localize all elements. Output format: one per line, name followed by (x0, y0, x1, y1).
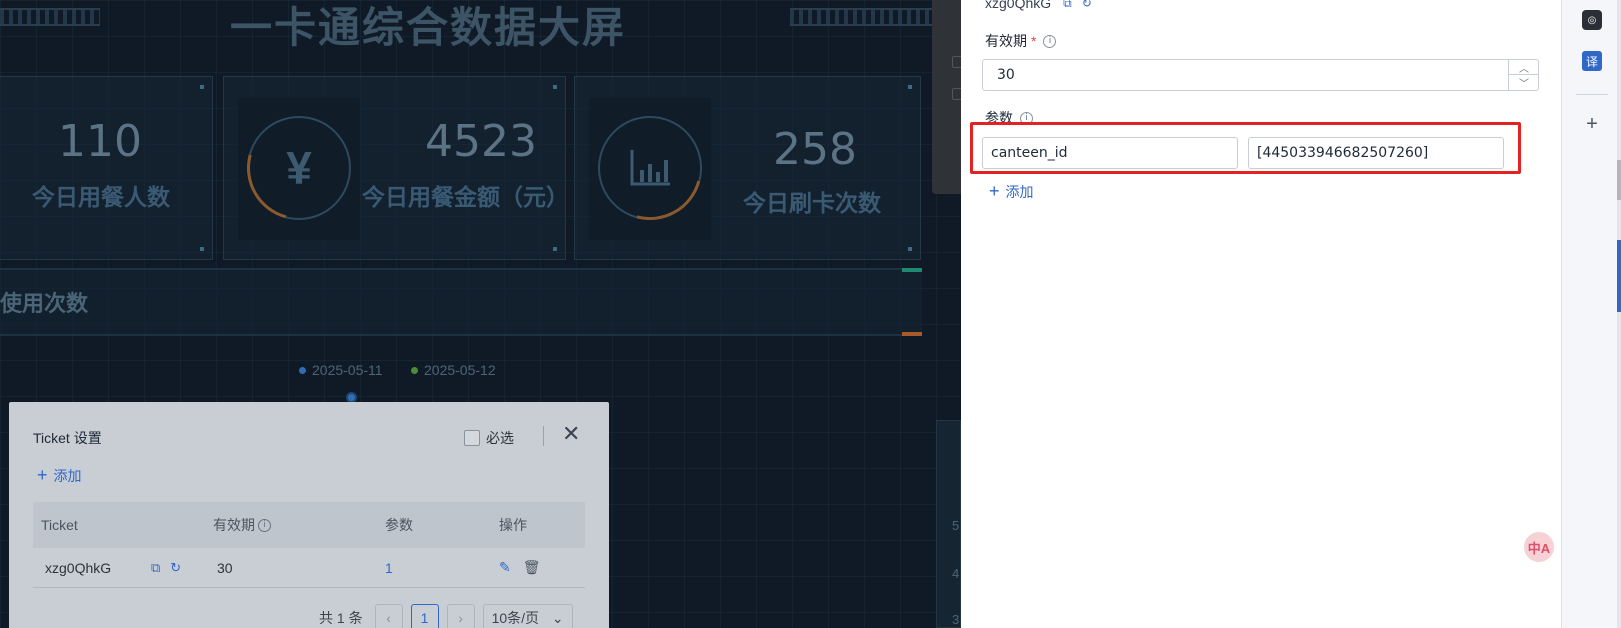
scrollbar-track[interactable] (1617, 0, 1621, 628)
validity-value: 30 (997, 67, 1015, 83)
chevron-up-icon[interactable]: ︿ (1509, 60, 1539, 75)
translate-icon: 译 (1585, 54, 1598, 69)
add-label: 添加 (1005, 183, 1034, 200)
translate-icon: 中A (1527, 540, 1551, 556)
ticket-value-row: xzg0QhkG ⧉ ↻ (985, 0, 1092, 11)
openai-icon[interactable]: ◎ (1582, 10, 1602, 30)
translate-floating-button[interactable]: 中A (1524, 532, 1554, 562)
validity-label: 有效期 (985, 33, 1027, 49)
plus-icon: + (989, 181, 1000, 201)
required-mark: * (1031, 33, 1037, 49)
validity-label-row: 有效期 * i (985, 31, 1057, 51)
scrollbar-thumb[interactable] (1617, 160, 1621, 200)
modal-overlay[interactable] (0, 0, 961, 628)
browser-sidebar: ◎ 译 + (1561, 0, 1621, 628)
chevron-down-icon[interactable]: ﹀ (1509, 75, 1539, 90)
scrollbar-indicator[interactable] (1617, 240, 1621, 312)
highlight-box (970, 122, 1521, 174)
plus-icon: + (1586, 112, 1598, 135)
refresh-icon[interactable]: ↻ (1082, 0, 1092, 10)
validity-stepper[interactable]: ︿ ﹀ (1508, 60, 1539, 91)
divider (1576, 94, 1608, 95)
add-param-button[interactable]: + 添加 (989, 181, 1034, 202)
copy-icon[interactable]: ⧉ (1063, 0, 1072, 11)
ticket-edit-drawer: xzg0QhkG ⧉ ↻ 有效期 * i 30 ︿ ﹀ 参数 i canteen… (961, 0, 1561, 628)
translate-button[interactable]: 译 (1582, 51, 1602, 71)
add-button[interactable]: + (1582, 112, 1602, 135)
info-icon[interactable]: i (1043, 34, 1057, 48)
ticket-value: xzg0QhkG (985, 0, 1052, 11)
validity-number-input[interactable]: 30 (982, 59, 1539, 91)
